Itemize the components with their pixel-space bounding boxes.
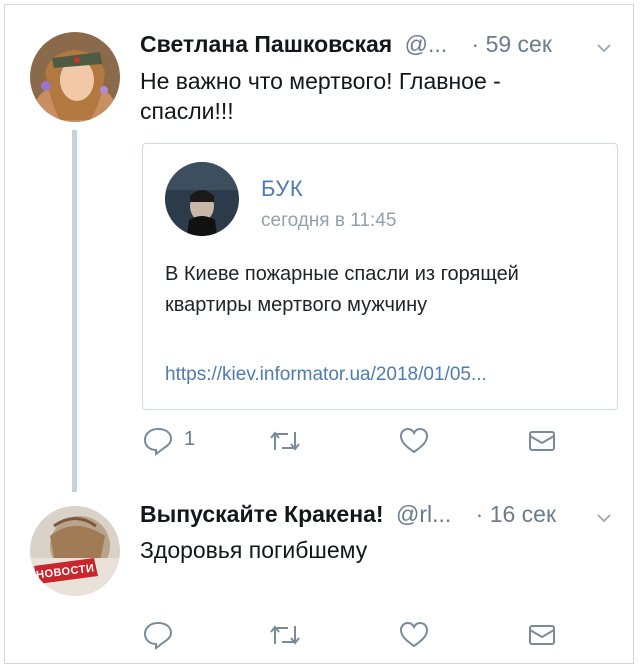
dm-button[interactable] (526, 620, 558, 650)
tweet-header: Выпускайте Кракена! @rl... · 16 сек (140, 500, 556, 528)
dm-button[interactable] (526, 426, 558, 456)
like-button[interactable] (398, 426, 430, 456)
author-name[interactable]: Выпускайте Кракена! (140, 501, 384, 527)
quoted-avatar (165, 162, 239, 236)
retweet-button[interactable] (268, 426, 302, 456)
tweet-actions: 1 (140, 426, 580, 456)
thread-line (72, 130, 77, 492)
author-handle[interactable]: @... (405, 31, 448, 57)
retweet-button[interactable] (268, 620, 302, 650)
chevron-down-icon[interactable] (596, 40, 612, 56)
tweet-header: Светлана Пашковская @... · 59 сек (140, 30, 552, 58)
tweet-1[interactable]: Светлана Пашковская @... · 59 сек Не важ… (0, 0, 640, 492)
avatar[interactable]: НОВОСТИ (30, 506, 120, 596)
reply-icon (143, 427, 173, 456)
author-name[interactable]: Светлана Пашковская (140, 31, 392, 57)
quoted-body: В Киеве пожарные спасли из горящей кварт… (165, 263, 519, 316)
reply-icon (143, 621, 173, 650)
tweet-text: Здоровья погибшему (140, 537, 368, 563)
reply-count: 1 (184, 428, 196, 450)
heart-icon (399, 427, 429, 454)
quoted-date: сегодня в 11:45 (261, 210, 397, 231)
timestamp[interactable]: · 16 сек (476, 501, 556, 527)
reply-button[interactable] (142, 620, 202, 650)
heart-icon (399, 621, 429, 648)
timestamp[interactable]: · 59 сек (472, 31, 552, 57)
tweet-actions (140, 620, 580, 650)
author-handle[interactable]: @rl... (396, 501, 451, 527)
quoted-post-card[interactable]: БУК сегодня в 11:45 В Киеве пожарные спа… (142, 143, 618, 410)
like-button[interactable] (398, 620, 430, 650)
envelope-icon (529, 431, 555, 451)
reply-button[interactable]: 1 (142, 426, 202, 456)
chevron-down-icon[interactable] (596, 510, 612, 526)
quoted-title[interactable]: БУК (261, 176, 303, 202)
quoted-link[interactable]: https://kiev.informator.ua/2018/01/05... (165, 364, 487, 386)
tweet-2[interactable]: НОВОСТИ Выпускайте Кракена! @rl... · 16 … (0, 480, 640, 670)
tweet-text: Не важно что мертвого! Главное - спасли!… (140, 68, 501, 124)
envelope-icon (529, 625, 555, 645)
retweet-icon (270, 431, 300, 451)
retweet-icon (270, 625, 300, 645)
avatar[interactable] (30, 32, 120, 122)
